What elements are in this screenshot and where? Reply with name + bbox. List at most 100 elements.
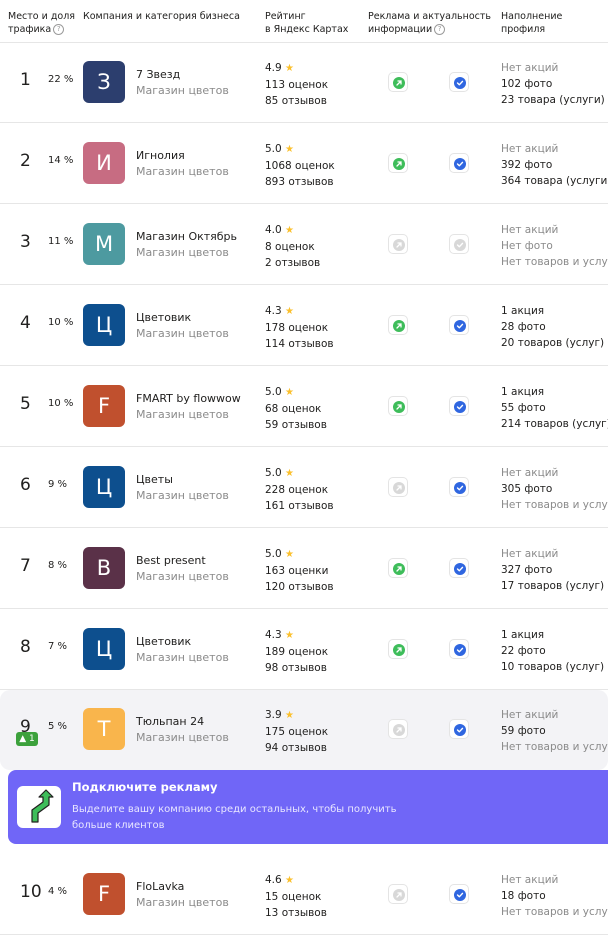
company-name[interactable]: FMART by flowwow [136, 392, 241, 405]
goods-count: 23 товара (услуги) [501, 94, 605, 106]
rating-block: 4.3 ★ 178 оценок 114 отзывов [265, 303, 334, 352]
ratings-count: 178 оценок [265, 322, 329, 334]
company-name[interactable]: 7 Звезд [136, 68, 180, 81]
rating-value: 5.0 [265, 386, 282, 398]
ratings-count: 163 оценки [265, 565, 329, 577]
ratings-count: 1068 оценок [265, 160, 335, 172]
table-row[interactable]: 5 10 % F FMART by flowwow Магазин цветов 5.0 … [0, 367, 608, 447]
verified-check-icon [449, 153, 469, 173]
profile-fill: Нет акций 305 фото Нет товаров и услуг [501, 465, 608, 513]
help-icon[interactable]: ? [434, 24, 446, 35]
company-logo[interactable]: B [83, 547, 125, 589]
table-row[interactable]: 10 4 % F FloLavka Магазин цветов 4.6 ★ 15 оцен… [0, 855, 608, 935]
promos-count: Нет акций [501, 709, 559, 721]
verified-check-icon [449, 639, 469, 659]
promos-count: Нет акций [501, 548, 559, 560]
rank-number: 4 [20, 313, 31, 333]
company-logo[interactable]: Т [83, 708, 125, 750]
photos-count: 102 фото [501, 78, 553, 90]
company-category: Магазин цветов [136, 246, 229, 259]
ratings-count: 15 оценок [265, 891, 322, 903]
promo-banner[interactable]: Подключите рекламу Выделите вашу компани… [8, 770, 608, 844]
reviews-count: 161 отзывов [265, 500, 334, 512]
goods-count: Нет товаров и услуг [501, 906, 608, 918]
company-logo[interactable]: М [83, 223, 125, 265]
table-row[interactable]: 6 9 % Ц Цветы Магазин цветов 5.0 ★ 228 оценок 1… [0, 448, 608, 528]
goods-count: 214 товаров (услуг) [501, 418, 608, 430]
star-icon: ★ [285, 144, 295, 155]
company-category: Магазин цветов [136, 731, 229, 744]
rating-block: 4.0 ★ 8 оценок 2 отзывов [265, 222, 320, 271]
table-header: Место и доля трафика? Компания и категор… [0, 0, 608, 43]
table-row[interactable]: 4 10 % Ц Цветовик Магазин цветов 4.3 ★ 178 оце… [0, 286, 608, 366]
profile-fill: 1 акция 55 фото 214 товаров (услуг) [501, 384, 608, 432]
star-icon: ★ [285, 710, 295, 721]
company-category: Магазин цветов [136, 84, 229, 97]
star-icon: ★ [285, 549, 295, 560]
company-logo[interactable]: З [83, 61, 125, 103]
rank-number: 8 [20, 637, 31, 657]
rating-value: 5.0 [265, 143, 282, 155]
traffic-share: 22 % [48, 74, 74, 85]
help-icon[interactable]: ? [53, 24, 65, 35]
company-name[interactable]: Best present [136, 554, 206, 567]
rank-change-badge: ▲ 1 [16, 732, 38, 746]
company-name[interactable]: Магазин Октябрь [136, 230, 237, 243]
table-row[interactable]: 95 % ▲ 1 Т Тюльпан 24 Магазин цветов 3.9 ★ 175… [0, 690, 608, 770]
rating-value: 3.9 [265, 709, 282, 721]
goods-count: Нет товаров и услуг [501, 256, 608, 268]
photos-count: 59 фото [501, 725, 546, 737]
verified-check-icon [449, 234, 469, 254]
rating-block: 4.9 ★ 113 оценок 85 отзывов [265, 60, 328, 109]
photos-count: 392 фото [501, 159, 553, 171]
ad-status-icon [388, 396, 408, 416]
company-logo[interactable]: F [83, 385, 125, 427]
profile-fill: Нет акций 18 фото Нет товаров и услуг [501, 872, 608, 920]
verified-check-icon [449, 477, 469, 497]
company-logo[interactable]: И [83, 142, 125, 184]
company-category: Магазин цветов [136, 408, 229, 421]
reviews-count: 94 отзывов [265, 742, 327, 754]
table-row[interactable]: 2 14 % И Игнолия Магазин цветов 5.0 ★ 1068 оце… [0, 124, 608, 204]
rating-value: 4.6 [265, 874, 282, 886]
company-logo[interactable]: Ц [83, 304, 125, 346]
photos-count: 18 фото [501, 890, 546, 902]
reviews-count: 114 отзывов [265, 338, 334, 350]
rating-value: 4.3 [265, 629, 282, 641]
company-name[interactable]: Цветы [136, 473, 173, 486]
rating-block: 4.6 ★ 15 оценок 13 отзывов [265, 872, 327, 921]
ratings-count: 175 оценок [265, 726, 329, 738]
profile-fill: Нет акций 102 фото 23 товара (услуги) [501, 60, 605, 108]
goods-count: 10 товаров (услуг) [501, 661, 605, 673]
rating-block: 5.0 ★ 228 оценок 161 отзывов [265, 465, 334, 514]
company-logo[interactable]: Ц [83, 466, 125, 508]
verified-check-icon [449, 315, 469, 335]
company-category: Магазин цветов [136, 570, 229, 583]
rating-value: 4.3 [265, 305, 282, 317]
ad-status-icon [388, 719, 408, 739]
company-name[interactable]: Цветовик [136, 635, 191, 648]
growth-arrow-icon [17, 786, 61, 828]
table-row[interactable]: 8 7 % Ц Цветовик Магазин цветов 4.3 ★ 189 оцен… [0, 610, 608, 690]
table-row[interactable]: 7 8 % B Best present Магазин цветов 5.0 ★ 163 … [0, 529, 608, 609]
company-logo[interactable]: F [83, 873, 125, 915]
table-row[interactable]: 3 11 % М Магазин Октябрь Магазин цветов 4.0 ★… [0, 205, 608, 285]
company-name[interactable]: Игнолия [136, 149, 185, 162]
company-name[interactable]: Цветовик [136, 311, 191, 324]
reviews-count: 98 отзывов [265, 662, 327, 674]
goods-count: 364 товара (услуги) [501, 175, 608, 187]
rating-value: 5.0 [265, 548, 282, 560]
traffic-share: 10 % [48, 398, 74, 409]
star-icon: ★ [285, 63, 295, 74]
company-name[interactable]: Тюльпан 24 [136, 715, 204, 728]
ad-status-icon [388, 884, 408, 904]
ad-status-icon [388, 558, 408, 578]
rating-block: 5.0 ★ 68 оценок 59 отзывов [265, 384, 327, 433]
reviews-count: 2 отзывов [265, 257, 321, 269]
reviews-count: 59 отзывов [265, 419, 327, 431]
rating-block: 5.0 ★ 1068 оценок 893 отзывов [265, 141, 335, 190]
company-logo[interactable]: Ц [83, 628, 125, 670]
table-row[interactable]: 1 22 % З 7 Звезд Магазин цветов 4.9 ★ 113 оцен… [0, 43, 608, 123]
ad-status-icon [388, 72, 408, 92]
company-name[interactable]: FloLavka [136, 880, 184, 893]
